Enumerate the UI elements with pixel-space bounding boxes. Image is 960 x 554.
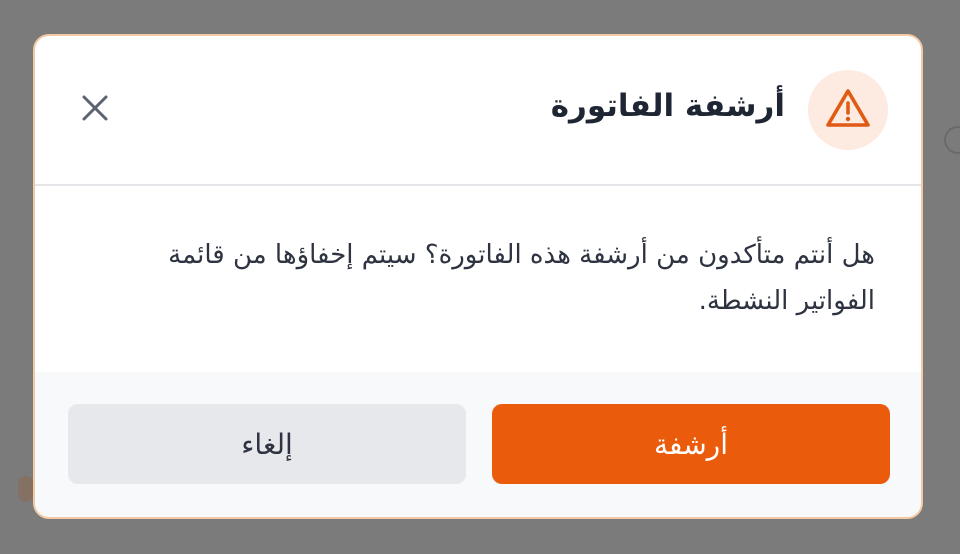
dialog-message: هل أنتم متأكدون من أرشفة هذه الفاتورة؟ س… [168,240,875,316]
dialog-footer: أرشفة إلغاء [35,372,921,517]
close-button[interactable] [79,94,111,126]
dialog-header: أرشفة الفاتورة [35,36,921,186]
background-page-element [18,476,34,502]
background-page-control [944,126,960,154]
archive-button[interactable]: أرشفة [492,404,890,484]
warning-triangle-icon [825,87,871,133]
warning-icon-badge [808,70,888,150]
archive-invoice-dialog: أرشفة الفاتورة هل أنتم متأكدون من أرشفة … [33,34,923,519]
dialog-title: أرشفة الفاتورة [550,88,785,124]
cancel-button[interactable]: إلغاء [68,404,466,484]
close-icon [81,94,109,126]
